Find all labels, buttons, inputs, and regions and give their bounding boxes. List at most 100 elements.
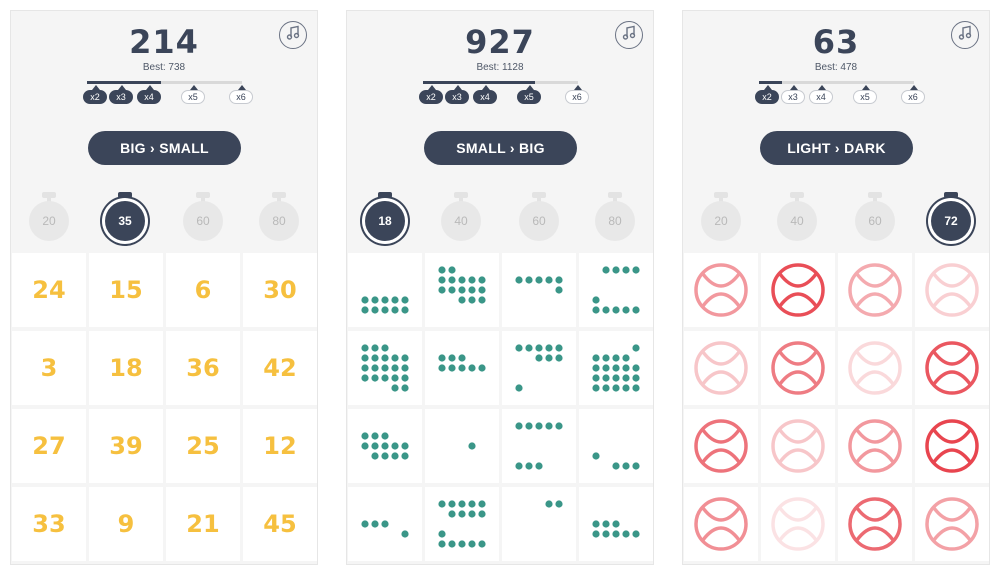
dot (478, 286, 486, 294)
shade-symbol (694, 341, 748, 395)
dot-pattern (592, 452, 640, 470)
dot (515, 276, 523, 284)
tile-number: 33 (32, 510, 66, 538)
game-tile[interactable]: 24 (12, 253, 86, 327)
tile-number: 25 (186, 432, 220, 460)
dot (371, 364, 379, 372)
game-tile[interactable] (684, 409, 758, 483)
game-panel-1: 214 Best: 738 x2 x3 x4 x5 x6 BIG › SMALL… (10, 10, 318, 565)
tile-number: 18 (109, 354, 143, 382)
mode-button[interactable]: LIGHT › DARK (760, 131, 913, 165)
game-tile[interactable] (348, 253, 422, 327)
multiplier-badge: x3 (445, 85, 469, 104)
shade-symbol (848, 419, 902, 473)
game-tile[interactable] (915, 487, 989, 561)
game-tile[interactable] (348, 409, 422, 483)
dot (525, 422, 533, 430)
timer-option[interactable]: 80 (259, 192, 299, 241)
game-tile[interactable] (348, 331, 422, 405)
game-tile[interactable] (579, 253, 653, 327)
game-tile[interactable]: 42 (243, 331, 317, 405)
game-tile[interactable]: 21 (166, 487, 240, 561)
game-tile[interactable] (838, 409, 912, 483)
tile-grid: 24 15 6 30 3 18 36 42 27 39 25 12 33 9 21 45 (11, 252, 317, 564)
game-tile[interactable] (502, 409, 576, 483)
game-tile[interactable] (915, 253, 989, 327)
best-score: Best: 738 (142, 62, 186, 73)
best-score: Best: 1128 (476, 62, 524, 73)
mode-button[interactable]: BIG › SMALL (88, 131, 241, 165)
game-tile[interactable]: 45 (243, 487, 317, 561)
mode-button[interactable]: SMALL › BIG (424, 131, 577, 165)
game-tile[interactable] (579, 409, 653, 483)
timer-option[interactable]: 20 (29, 192, 69, 241)
game-tile[interactable] (579, 331, 653, 405)
game-tile[interactable]: 25 (166, 409, 240, 483)
game-tile[interactable] (348, 487, 422, 561)
game-tile[interactable] (838, 487, 912, 561)
game-tile[interactable]: 6 (166, 253, 240, 327)
timer-option[interactable]: 60 (519, 192, 559, 241)
tile-number: 6 (194, 276, 212, 304)
game-tile[interactable]: 15 (89, 253, 163, 327)
game-tile[interactable]: 39 (89, 409, 163, 483)
timer-option[interactable]: 40 (777, 192, 817, 241)
timer-option[interactable]: 60 (183, 192, 223, 241)
timer-option[interactable]: 20 (701, 192, 741, 241)
shade-symbol (848, 497, 902, 551)
game-tile[interactable]: 18 (89, 331, 163, 405)
shade-symbol (925, 341, 979, 395)
dot (632, 384, 640, 392)
game-tile[interactable] (915, 331, 989, 405)
dot (602, 354, 610, 362)
timer-option[interactable]: 60 (855, 192, 895, 241)
game-tile[interactable]: 9 (89, 487, 163, 561)
game-tile[interactable] (425, 253, 499, 327)
dot (468, 442, 476, 450)
dot (545, 344, 553, 352)
game-tile[interactable] (502, 487, 576, 561)
timer-option[interactable]: 18 (365, 192, 405, 241)
stopwatch-icon: 80 (595, 201, 635, 241)
timer-option[interactable]: 80 (595, 192, 635, 241)
game-tile[interactable]: 33 (12, 487, 86, 561)
game-tile[interactable] (838, 253, 912, 327)
game-tile[interactable] (761, 253, 835, 327)
game-tile[interactable] (502, 331, 576, 405)
dot (468, 296, 476, 304)
dot (478, 276, 486, 284)
game-tile[interactable]: 3 (12, 331, 86, 405)
shade-symbol (694, 419, 748, 473)
dot (545, 422, 553, 430)
game-tile[interactable]: 30 (243, 253, 317, 327)
dot (401, 364, 409, 372)
tile-number: 15 (109, 276, 143, 304)
game-tile[interactable] (915, 409, 989, 483)
game-tile[interactable] (684, 487, 758, 561)
game-panel-2: 927 Best: 1128 x2 x3 x4 x5 x6 SMALL › BI… (346, 10, 654, 565)
timer-option[interactable]: 40 (441, 192, 481, 241)
game-tile[interactable] (425, 487, 499, 561)
game-tile[interactable] (761, 409, 835, 483)
game-tile[interactable] (425, 409, 499, 483)
dot (371, 296, 379, 304)
dot-pattern (438, 266, 486, 304)
multiplier-badge: x3 (781, 85, 805, 104)
game-tile[interactable] (684, 331, 758, 405)
game-tile[interactable]: 12 (243, 409, 317, 483)
game-tile[interactable] (502, 253, 576, 327)
multiplier-badge: x6 (901, 85, 925, 104)
game-tile[interactable] (425, 331, 499, 405)
game-tile[interactable] (761, 487, 835, 561)
game-tile[interactable] (684, 253, 758, 327)
game-tile[interactable] (838, 331, 912, 405)
timer-option[interactable]: 35 (105, 192, 145, 241)
shade-symbol (925, 497, 979, 551)
game-tile[interactable] (761, 331, 835, 405)
game-tile[interactable] (579, 487, 653, 561)
game-tile[interactable]: 36 (166, 331, 240, 405)
tile-number: 30 (263, 276, 297, 304)
game-tile[interactable]: 27 (12, 409, 86, 483)
stopwatch-icon: 72 (931, 201, 971, 241)
timer-option[interactable]: 72 (931, 192, 971, 241)
